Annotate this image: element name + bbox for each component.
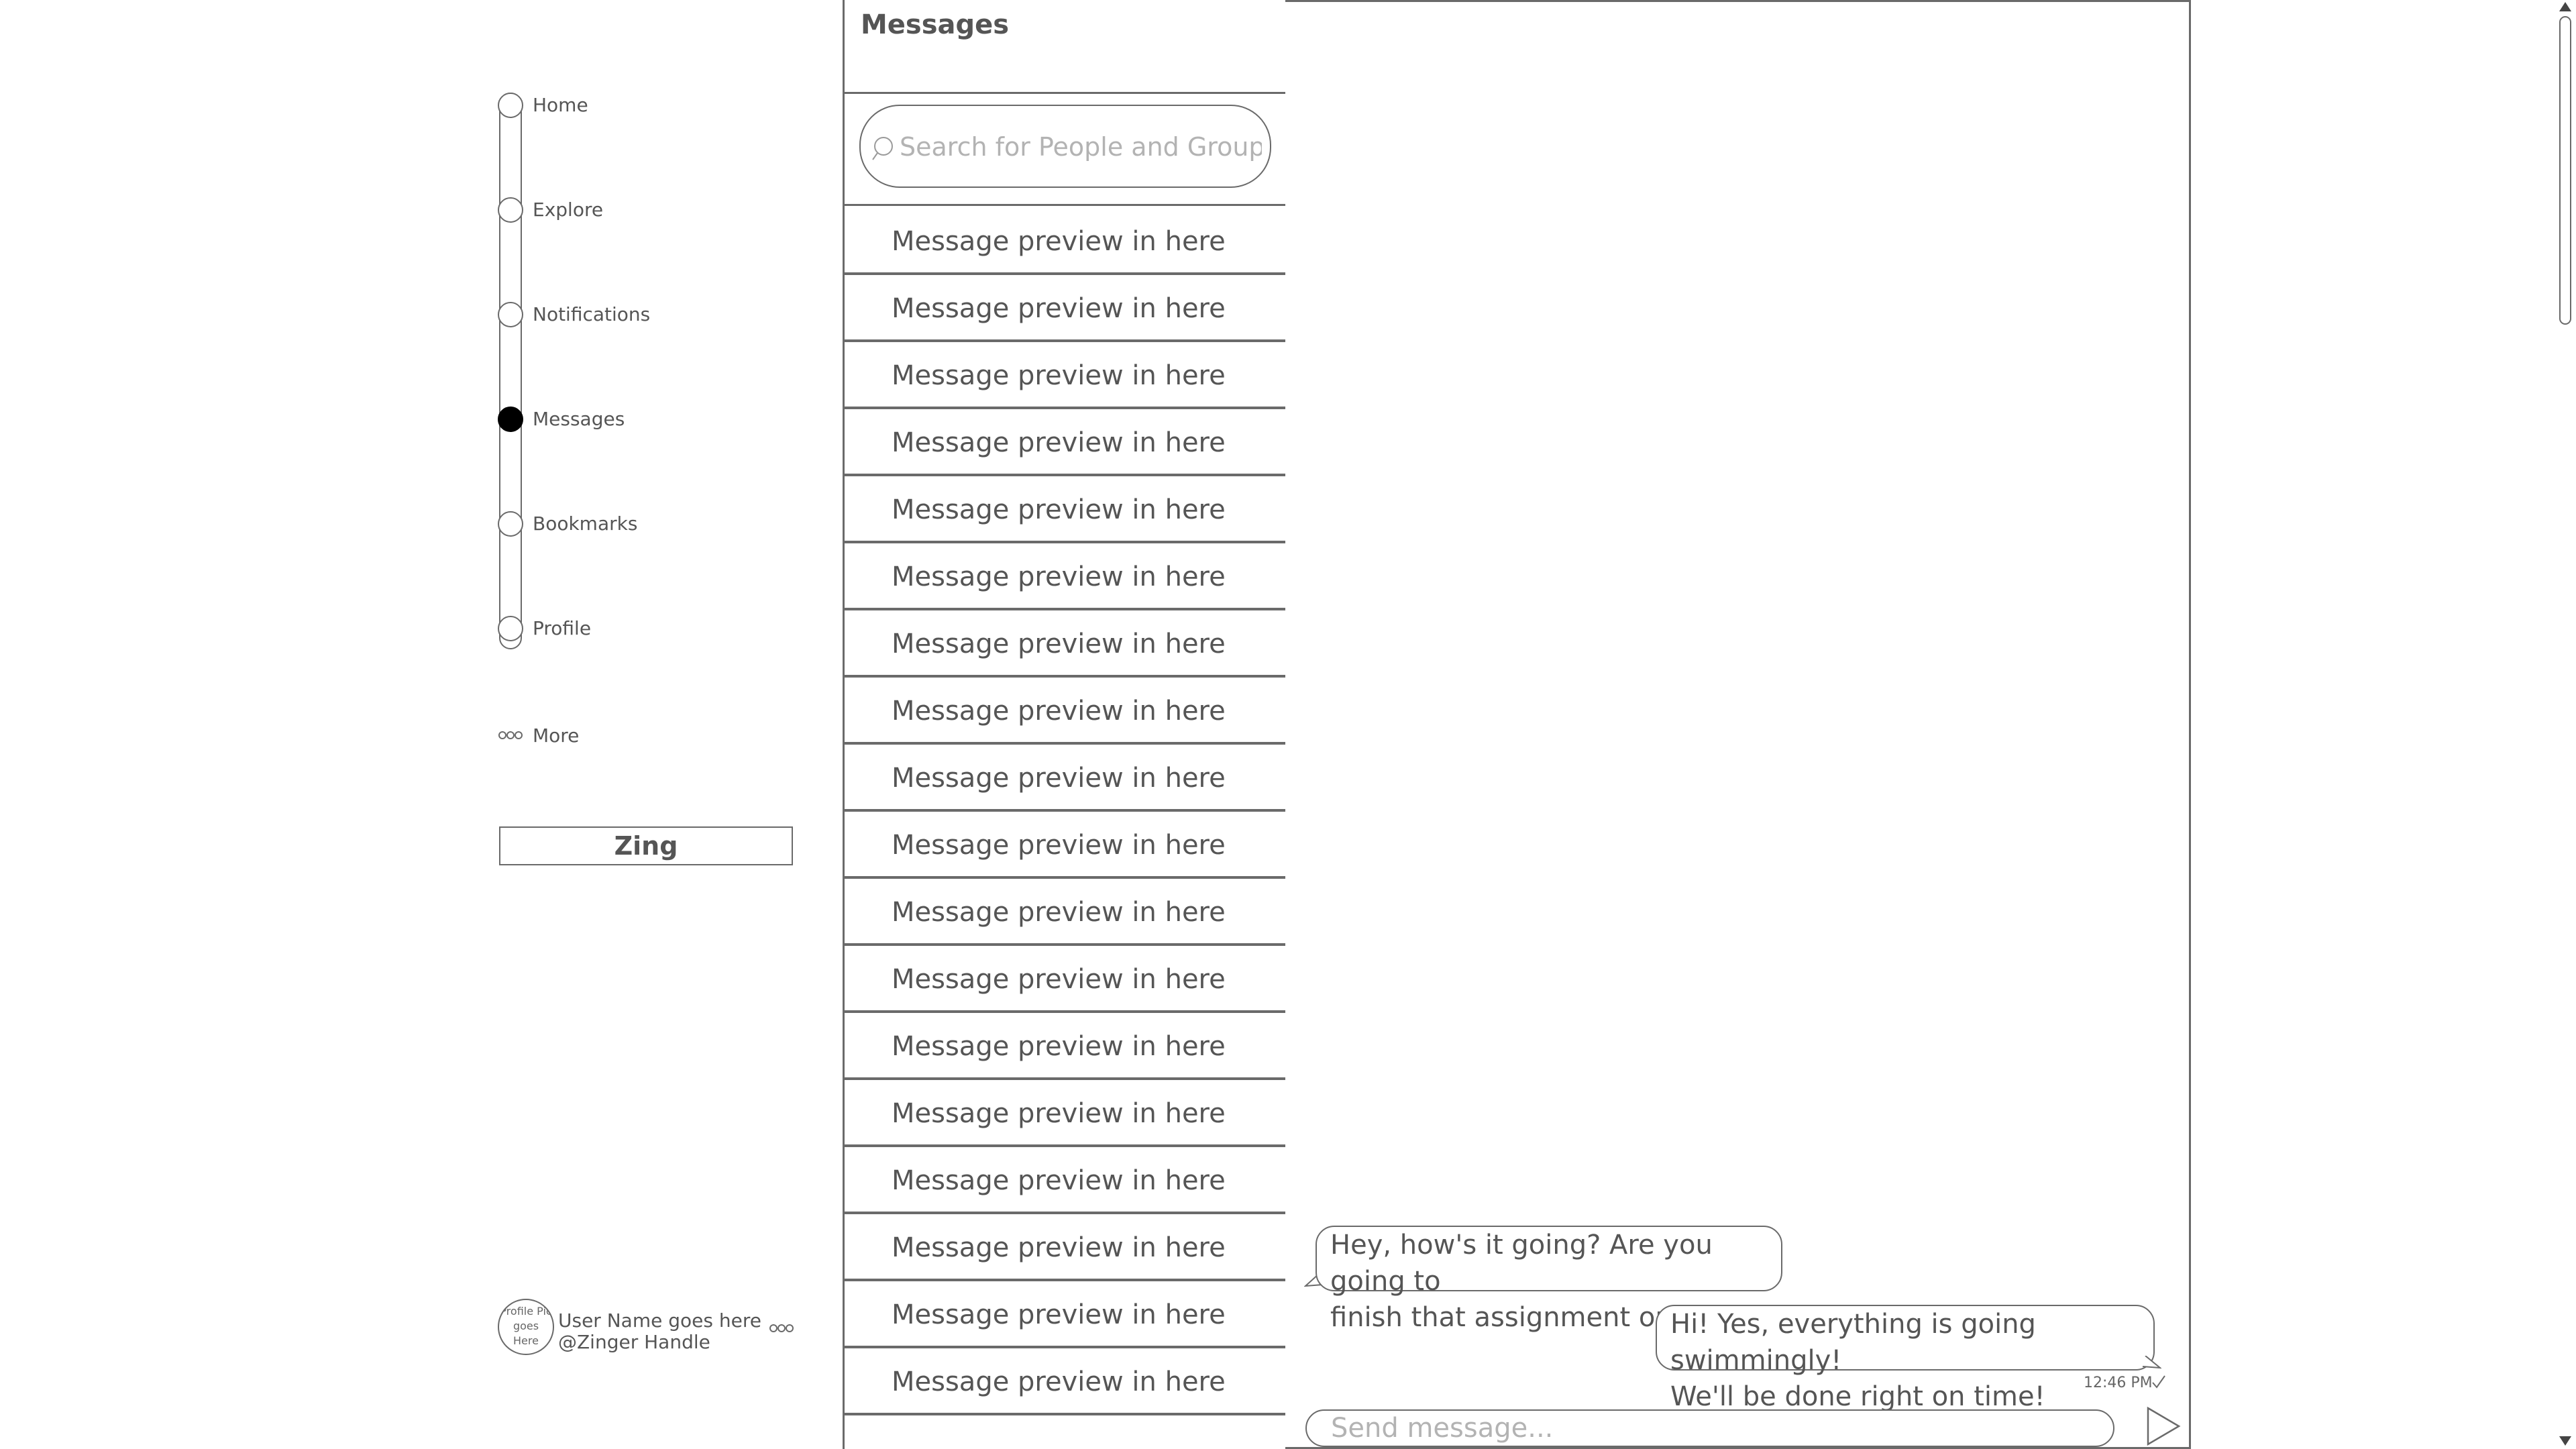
- nav-rail: [499, 93, 522, 649]
- nav-item-label: Profile: [533, 617, 592, 639]
- nav-item-bookmarks[interactable]: Bookmarks: [498, 511, 833, 538]
- message-preview-item[interactable]: Message preview in here: [845, 543, 1286, 610]
- nav-dot: [498, 616, 523, 641]
- nav-item-label: Bookmarks: [533, 513, 638, 535]
- message-text: Hey, how's it going? Are you going to: [1330, 1230, 1713, 1297]
- user-name: User Name goes here: [558, 1309, 761, 1332]
- nav-more[interactable]: More: [498, 723, 699, 749]
- sent-message-bubble[interactable]: Hi! Yes, everything is going swimmingly!…: [1656, 1305, 2155, 1412]
- message-preview-item[interactable]: Message preview in here: [845, 1214, 1286, 1281]
- nav-item-label: Notifications: [533, 303, 651, 325]
- message-preview-item[interactable]: Message preview in here: [845, 476, 1286, 543]
- message-preview-item[interactable]: Message preview in here: [845, 1281, 1286, 1348]
- message-timestamp: 12:46 PM: [2084, 1375, 2153, 1391]
- message-preview-item[interactable]: Message preview in here: [845, 275, 1286, 342]
- messages-header: Messages: [845, 0, 1286, 94]
- nav-more-label: More: [533, 724, 580, 747]
- nav-dot: [498, 511, 523, 537]
- message-text: Hi! Yes, everything is going swimmingly!: [1670, 1309, 2036, 1376]
- message-preview-item[interactable]: Message preview in here: [845, 610, 1286, 678]
- message-preview-item[interactable]: Message preview in here: [845, 1147, 1286, 1214]
- nav-item-profile[interactable]: Profile: [498, 616, 833, 643]
- send-message-input[interactable]: [1305, 1409, 2114, 1447]
- message-preview-item[interactable]: Message preview in here: [845, 745, 1286, 812]
- scrollbar[interactable]: [2555, 0, 2576, 1449]
- received-message-bubble[interactable]: Hey, how's it going? Are you going to fi…: [1316, 1226, 1782, 1333]
- nav-dot: [498, 407, 523, 432]
- message-preview-item[interactable]: Message preview in here: [845, 342, 1286, 409]
- search-icon: [872, 137, 893, 160]
- more-dots-icon[interactable]: [769, 1320, 794, 1336]
- message-preview-item[interactable]: Message preview in here: [845, 208, 1286, 275]
- message-preview-item[interactable]: Message preview in here: [845, 1080, 1286, 1147]
- message-preview-item[interactable]: Message preview in here: [845, 678, 1286, 745]
- message-preview-item[interactable]: Message preview in here: [845, 812, 1286, 879]
- scroll-up-arrow-icon[interactable]: [2557, 0, 2573, 13]
- message-preview-list: Message preview in here Message preview i…: [845, 208, 1286, 1415]
- message-preview-item[interactable]: Message preview in here: [845, 1348, 1286, 1415]
- user-card[interactable]: Profile Pic goes Here User Name goes her…: [498, 1299, 806, 1359]
- divider: [845, 204, 1286, 206]
- search-input[interactable]: [898, 126, 1263, 168]
- message-preview-item[interactable]: Message preview in here: [845, 946, 1286, 1013]
- nav-item-notifications[interactable]: Notifications: [498, 302, 833, 329]
- zing-button[interactable]: Zing: [499, 826, 793, 865]
- nav-item-label: Explore: [533, 199, 604, 221]
- nav-item-explore[interactable]: Explore: [498, 197, 833, 224]
- nav-item-label: Home: [533, 94, 588, 116]
- page-title: Messages: [861, 9, 1010, 40]
- nav-dot: [498, 302, 523, 327]
- nav-dot: [498, 197, 523, 223]
- scroll-thumb[interactable]: [2559, 16, 2571, 325]
- conversation-panel: Hey, how's it going? Are you going to fi…: [1285, 0, 2191, 1449]
- read-check-icon: [2152, 1375, 2165, 1389]
- bubble-tail: [2142, 1356, 2161, 1369]
- more-dots-icon: [498, 731, 523, 739]
- send-arrow-icon[interactable]: [2145, 1405, 2182, 1447]
- nav-dot: [498, 93, 523, 118]
- message-preview-item[interactable]: Message preview in here: [845, 409, 1286, 476]
- message-preview-item[interactable]: Message preview in here: [845, 1013, 1286, 1080]
- nav-item-messages[interactable]: Messages: [498, 407, 833, 433]
- scroll-down-arrow-icon[interactable]: [2557, 1434, 2573, 1448]
- user-handle: @Zinger Handle: [558, 1331, 710, 1353]
- avatar[interactable]: Profile Pic goes Here: [498, 1299, 554, 1355]
- nav-item-home[interactable]: Home: [498, 93, 833, 119]
- search-box[interactable]: [859, 105, 1271, 188]
- messages-panel: Messages Message preview in hereMessage …: [843, 0, 1288, 1449]
- message-preview-item[interactable]: Message preview in here: [845, 879, 1286, 946]
- nav-item-label: Messages: [533, 408, 625, 430]
